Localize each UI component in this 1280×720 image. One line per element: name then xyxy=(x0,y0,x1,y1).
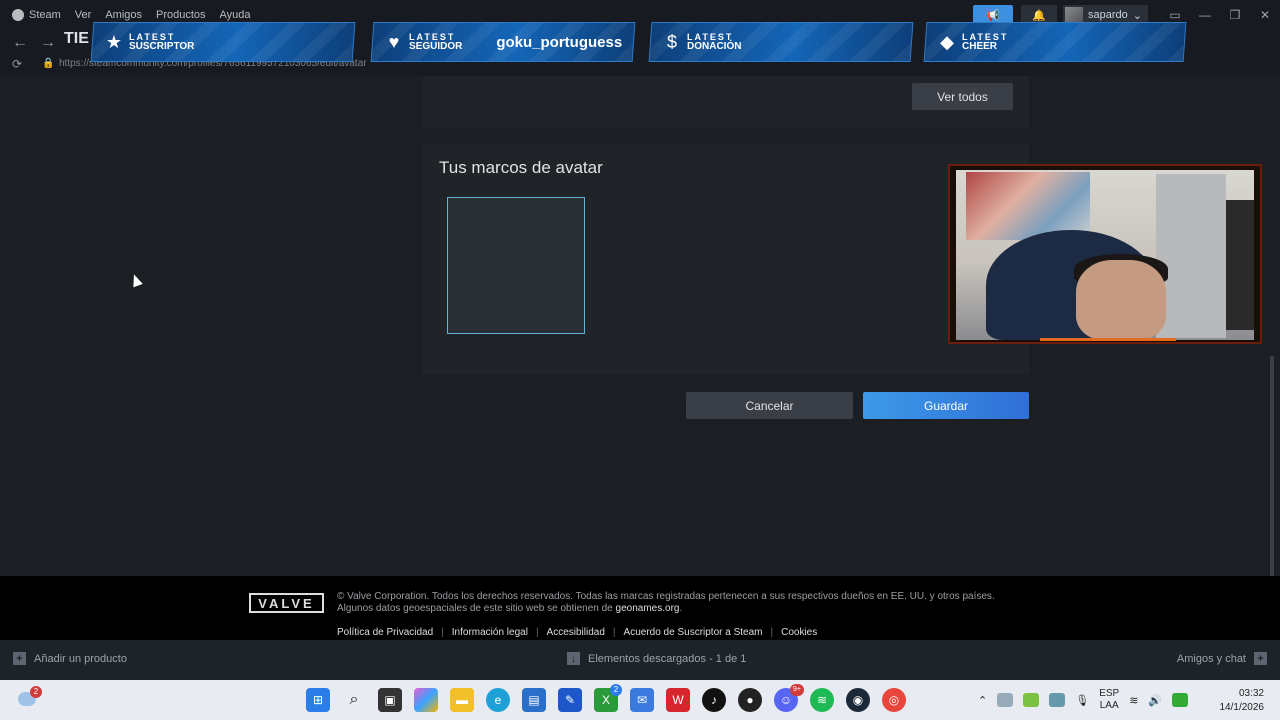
forward-arrow-icon[interactable]: → xyxy=(40,34,56,52)
windows-taskbar: 2 ⊞ ⌕ ▣ ▬ e ▤ ✎ X2 ✉ W ♪ ● ☺ 9+ ≋ ◉ ◎ ⌃ 🎙… xyxy=(0,680,1280,720)
minimize-icon[interactable]: — xyxy=(1190,8,1220,22)
diamond-icon: ◆ xyxy=(940,31,954,52)
dollar-icon: $ xyxy=(666,31,677,52)
obs-icon[interactable]: ● xyxy=(738,688,762,712)
edge-icon[interactable]: e xyxy=(486,688,510,712)
discord-badge: 9+ xyxy=(790,684,804,696)
downloads-button[interactable]: ↓ Elementos descargados - 1 de 1 xyxy=(567,652,746,665)
view-all-button[interactable]: Ver todos xyxy=(912,83,1013,110)
chat-icon: + xyxy=(1254,652,1267,665)
clock-date: 14/1/2026 xyxy=(1219,702,1265,713)
weather-badge: 2 xyxy=(30,686,42,698)
reload-icon[interactable]: ⟳ xyxy=(12,57,22,71)
webcam-image xyxy=(956,170,1254,340)
layout-code: LAA xyxy=(1099,700,1119,711)
start-icon[interactable]: ⊞ xyxy=(306,688,330,712)
steam-menu[interactable]: Steam xyxy=(12,9,61,21)
lock-icon: 🔒 xyxy=(42,58,55,69)
legal-link[interactable]: Información legal xyxy=(452,627,528,638)
menu-ver[interactable]: Ver xyxy=(75,9,92,21)
close-icon[interactable]: ✕ xyxy=(1250,8,1280,22)
big-picture-icon[interactable]: ▭ xyxy=(1160,8,1190,22)
cookies-link[interactable]: Cookies xyxy=(781,627,817,638)
discord-icon[interactable]: ☺ 9+ xyxy=(774,684,804,712)
weather-widget[interactable]: 2 xyxy=(14,686,42,712)
alert-type: SEGUIDOR xyxy=(409,41,463,52)
task-view-icon[interactable]: ▣ xyxy=(378,688,402,712)
menu-amigos[interactable]: Amigos xyxy=(105,9,142,21)
xbox-icon[interactable]: X2 xyxy=(594,684,622,712)
friends-chat-label: Amigos y chat xyxy=(1176,652,1246,665)
steam-taskbar-icon[interactable]: ◉ xyxy=(846,688,870,712)
latest-subscriber-alert: ★ LATEST SUSCRIPTOR xyxy=(90,22,356,62)
alert-type: SUSCRIPTOR xyxy=(129,41,195,52)
geo-suffix: . xyxy=(679,603,683,614)
menu-productos[interactable]: Productos xyxy=(156,9,206,21)
latest-cheer-alert: ◆ LATEST CHEER xyxy=(923,22,1187,62)
bell-icon: 🔔 xyxy=(1032,9,1046,22)
battery-icon[interactable] xyxy=(1172,693,1189,707)
star-icon: ★ xyxy=(105,31,123,52)
geo-text: Algunos datos geoespaciales de este siti… xyxy=(337,603,613,614)
privacy-link[interactable]: Política de Privacidad xyxy=(337,627,433,638)
section-title: Tus marcos de avatar xyxy=(439,158,603,177)
geonames-link[interactable]: geonames.org xyxy=(616,603,680,614)
network-app-icon[interactable] xyxy=(1049,693,1066,707)
clock[interactable]: 03:32 14/1/2026 xyxy=(1220,687,1265,715)
avatar xyxy=(1065,7,1084,23)
file-explorer-icon[interactable]: ▬ xyxy=(450,688,474,712)
heart-icon: ♥ xyxy=(388,31,400,52)
steam-bottom-bar: + Añadir un producto ↓ Elementos descarg… xyxy=(0,640,1280,680)
copilot-icon[interactable] xyxy=(414,688,438,712)
spotify-icon[interactable]: ≋ xyxy=(810,688,834,712)
save-button[interactable]: Guardar xyxy=(863,392,1029,419)
downloads-label: Elementos descargados - 1 de 1 xyxy=(588,652,747,665)
pen-app-icon[interactable]: ✎ xyxy=(558,688,582,712)
maximize-icon[interactable]: ❐ xyxy=(1220,8,1250,22)
alert-type: CHEER xyxy=(962,41,998,52)
wifi-icon[interactable]: ≋ xyxy=(1129,694,1138,707)
store-icon[interactable]: ▤ xyxy=(522,688,546,712)
lang-code: ESP xyxy=(1099,688,1120,699)
download-icon: ↓ xyxy=(567,652,580,665)
cancel-button[interactable]: Cancelar xyxy=(686,392,853,419)
add-product-label: Añadir un producto xyxy=(34,652,127,665)
nvidia-icon[interactable] xyxy=(1023,693,1040,707)
latest-follower-alert: ♥ LATEST SEGUIDOR goku_portuguess xyxy=(370,22,636,62)
copyright-line: © Valve Corporation. Todos los derechos … xyxy=(337,591,995,602)
accessibility-link[interactable]: Accesibilidad xyxy=(547,627,605,638)
nav-title[interactable]: TIE xyxy=(64,30,89,48)
latest-donation-alert: $ LATEST DONACIÓN xyxy=(648,22,914,62)
chevron-up-icon[interactable]: ⌃ xyxy=(978,694,987,707)
steam-menu-label: Steam xyxy=(29,9,61,21)
menu-ayuda[interactable]: Ayuda xyxy=(220,9,251,21)
chevron-down-icon: ⌄ xyxy=(1132,9,1142,22)
subscriber-agreement-link[interactable]: Acuerdo de Suscriptor a Steam xyxy=(624,627,763,638)
add-product-button[interactable]: + Añadir un producto xyxy=(13,652,127,665)
valve-logo[interactable]: VALVE xyxy=(249,593,324,613)
legal-links: Política de Privacidad | Información lega… xyxy=(337,627,818,638)
username: sapardo xyxy=(1088,9,1128,21)
alert-type: DONACIÓN xyxy=(687,41,742,52)
microphone-icon[interactable]: 🎙 xyxy=(1075,694,1089,707)
xbox-badge: 2 xyxy=(610,684,622,696)
chrome-icon[interactable]: ◎ xyxy=(882,688,906,712)
follower-name: goku_portuguess xyxy=(496,33,623,51)
wps-icon[interactable]: W xyxy=(666,688,690,712)
volume-icon[interactable]: 🔊 xyxy=(1148,694,1162,707)
mail-icon[interactable]: ✉ xyxy=(630,688,654,712)
steam-logo-icon xyxy=(12,9,24,21)
megaphone-icon: 📢 xyxy=(986,9,1000,22)
webcam-overlay xyxy=(948,164,1262,344)
avatar-frame-slot[interactable] xyxy=(447,197,585,334)
onedrive-icon[interactable] xyxy=(997,693,1014,707)
language-indicator[interactable]: ESP LAA xyxy=(1099,688,1119,712)
search-icon[interactable]: ⌕ xyxy=(342,688,366,712)
back-arrow-icon[interactable]: ← xyxy=(12,34,28,52)
friends-chat-button[interactable]: Amigos y chat + xyxy=(1177,652,1267,665)
plus-icon: + xyxy=(13,652,26,665)
clock-time: 03:32 xyxy=(1238,688,1264,699)
copyright-text: © Valve Corporation. Todos los derechos … xyxy=(337,591,1037,615)
tiktok-icon[interactable]: ♪ xyxy=(702,688,726,712)
